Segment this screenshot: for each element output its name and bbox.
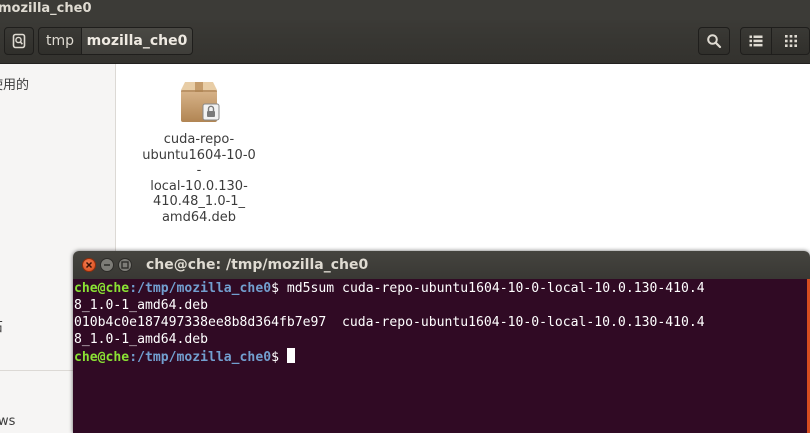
prompt-user: che@che bbox=[74, 350, 130, 365]
package-icon bbox=[181, 82, 220, 122]
maximize-icon bbox=[121, 261, 129, 269]
search-icon bbox=[707, 34, 722, 49]
prompt-symbol: $ bbox=[271, 281, 287, 296]
prompt-path: :/tmp/mozilla_che0 bbox=[129, 350, 272, 365]
terminal-line: 010b4c0e187497338ee8b8d364fb7e97 cuda-re… bbox=[74, 315, 705, 330]
grid-view-button[interactable] bbox=[771, 27, 810, 55]
prompt-symbol: $ bbox=[271, 350, 287, 365]
breadcrumb-tmp[interactable]: tmp bbox=[38, 27, 82, 55]
back-button[interactable] bbox=[4, 27, 34, 55]
file-name-line: 410.48_1.0-1_ bbox=[152, 194, 246, 209]
prompt-path: :/tmp/mozilla_che0 bbox=[129, 281, 272, 296]
file-manager-titlebar: mozilla_che0 bbox=[0, 0, 810, 20]
file-name-line: local-10.0.130- bbox=[150, 178, 248, 194]
list-view-icon bbox=[749, 35, 763, 47]
sidebar-item-partial[interactable]: 石 bbox=[0, 316, 3, 335]
terminal-titlebar[interactable]: che@che: /tmp/mozilla_che0 bbox=[73, 251, 810, 279]
terminal-line: 8_1.0-1_amd64.deb bbox=[74, 298, 209, 313]
close-button[interactable] bbox=[82, 258, 96, 272]
back-icon bbox=[12, 33, 26, 49]
sidebar-item-recent[interactable]: 使用的 bbox=[0, 74, 29, 93]
prompt-user: che@che bbox=[74, 281, 130, 296]
file-item-cuda-deb[interactable]: cuda-repo- ubuntu1604-10-0- local-10.0.1… bbox=[140, 78, 258, 225]
sidebar-item-windows[interactable]: ows bbox=[0, 414, 15, 429]
file-name-line: amd64.deb bbox=[161, 209, 237, 225]
terminal-line: 8_1.0-1_amd64.deb bbox=[74, 332, 209, 347]
text-cursor bbox=[286, 348, 295, 363]
grid-view-icon bbox=[784, 35, 797, 47]
minimize-button[interactable] bbox=[100, 258, 114, 272]
terminal-window[interactable]: che@che: /tmp/mozilla_che0 che@che:/tmp/… bbox=[73, 251, 810, 433]
search-button[interactable] bbox=[698, 27, 730, 55]
maximize-button[interactable] bbox=[118, 258, 132, 272]
list-view-button[interactable] bbox=[740, 27, 772, 55]
file-name-line: cuda-repo- bbox=[163, 132, 235, 147]
terminal-line: che@che:/tmp/mozilla_che0$ bbox=[74, 348, 295, 366]
command-text: md5sum cuda-repo-ubuntu1604-10-0-local-1… bbox=[286, 281, 705, 296]
terminal-line: che@che:/tmp/mozilla_che0$ md5sum cuda-r… bbox=[74, 280, 705, 297]
breadcrumb-mozilla-che0[interactable]: mozilla_che0 bbox=[81, 27, 193, 55]
close-icon bbox=[85, 261, 93, 269]
file-name-line: ubuntu1604-10-0- bbox=[142, 147, 256, 179]
window-title: mozilla_che0 bbox=[0, 1, 92, 16]
file-manager-header-bar: tmp mozilla_che0 bbox=[0, 20, 810, 64]
minimize-icon bbox=[104, 264, 110, 266]
terminal-output[interactable]: che@che:/tmp/mozilla_che0$ md5sum cuda-r… bbox=[73, 279, 810, 433]
terminal-title: che@che: /tmp/mozilla_che0 bbox=[146, 257, 369, 273]
file-name: cuda-repo- ubuntu1604-10-0- local-10.0.1… bbox=[140, 132, 258, 225]
